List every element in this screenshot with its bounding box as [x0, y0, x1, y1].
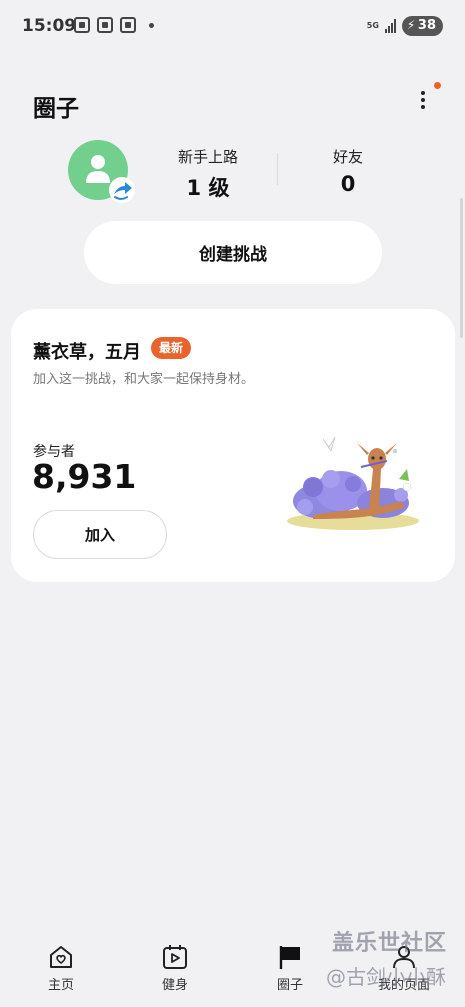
flag-icon	[245, 942, 335, 972]
nav-my-page-label: 我的页面	[377, 978, 430, 993]
participants-count: 8,931	[32, 457, 137, 496]
person-icon	[359, 942, 449, 972]
nav-fitness[interactable]: 健身	[130, 942, 220, 993]
level-stat[interactable]: 新手上路 1 级	[160, 146, 256, 202]
nav-circles[interactable]: 圈子	[245, 942, 335, 993]
new-badge: 最新	[151, 337, 192, 359]
nav-fitness-label: 健身	[161, 978, 188, 993]
challenge-title: 薰衣草，五月	[33, 342, 141, 363]
level-label: 新手上路	[177, 148, 238, 166]
status-right: 5G ⚡ 38	[367, 16, 443, 36]
status-time: 15:09	[22, 16, 77, 36]
notification-dot	[434, 82, 441, 89]
play-calendar-icon	[130, 942, 220, 972]
screenshot-icon	[120, 17, 136, 33]
create-challenge-button[interactable]: 创建挑战	[84, 221, 382, 284]
nav-home-label: 主页	[47, 978, 74, 993]
signal-icon	[384, 19, 396, 33]
battery-level: 38	[417, 18, 436, 33]
friends-stat[interactable]: 好友 0	[300, 146, 396, 196]
page-title: 圈子	[33, 96, 79, 122]
nav-circles-label: 圈子	[276, 978, 303, 993]
network-type: 5G	[366, 21, 379, 30]
friends-count: 0	[340, 172, 356, 196]
heart-home-icon	[16, 942, 106, 972]
charging-icon: ⚡	[406, 18, 416, 32]
status-notification-icons	[74, 17, 154, 33]
battery-indicator: ⚡ 38	[401, 16, 443, 36]
status-bar: 15:09 5G ⚡ 38	[0, 0, 465, 52]
challenge-description: 加入这一挑战，和大家一起保持身材。	[33, 372, 255, 387]
more-options-button[interactable]	[412, 88, 434, 114]
level-value: 1 级	[186, 176, 230, 200]
bottom-navigation: 主页 健身 圈子 我的页面	[0, 930, 465, 1007]
friends-label: 好友	[332, 148, 363, 166]
nav-my-page[interactable]: 我的页面	[359, 942, 449, 993]
join-button[interactable]: 加入	[33, 510, 167, 559]
more-notifications-icon	[149, 22, 154, 28]
challenge-card[interactable]: 薰衣草，五月 最新 加入这一挑战，和大家一起保持身材。 参与者 8,931 加入	[11, 309, 455, 582]
nav-home[interactable]: 主页	[16, 942, 106, 993]
stat-divider	[277, 153, 278, 185]
share-icon[interactable]	[108, 176, 136, 204]
scrollbar[interactable]	[460, 198, 463, 338]
lavender-deer-illustration	[287, 436, 419, 530]
screenshot-icon	[97, 17, 113, 33]
screenshot-icon	[74, 17, 90, 33]
